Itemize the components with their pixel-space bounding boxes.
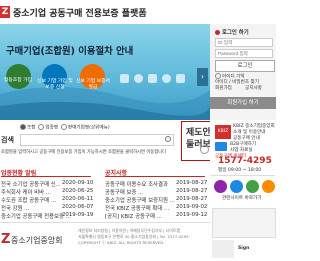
list-item-date: 2020-06-07	[62, 204, 94, 210]
site-logo-icon[interactable]: Z	[0, 6, 10, 18]
site-title[interactable]: 중소기업 공동구매 전용보증 플랫폼	[13, 6, 147, 19]
list-item-date: 2019-08-27	[176, 180, 208, 186]
list-item[interactable]: 전국 강원 ...	[1, 204, 29, 212]
join-button[interactable]: 회원가입 하기	[210, 97, 276, 109]
side-promo[interactable]	[212, 208, 276, 238]
divider	[1, 176, 91, 177]
hours: 평일 09:00 ~ 18:00	[218, 168, 262, 173]
step-join-icon	[6, 64, 31, 89]
search-icon[interactable]	[165, 136, 171, 142]
radio-industry[interactable]	[38, 124, 45, 130]
list-item-date: 2020-06-11	[62, 196, 94, 202]
signup-link[interactable]: 회원가입	[215, 86, 232, 92]
list-item[interactable]: [공지] KBIZ 공동구매 ...	[105, 212, 162, 220]
find-id-link[interactable]: 아이디 / 비밀번호 찾기	[215, 80, 259, 86]
related-site-icon[interactable]	[230, 180, 243, 193]
list-item-date: 2020-09-10	[62, 180, 94, 186]
lock-icon	[215, 30, 220, 35]
step-label-apply: 신보 기업 가입 및 보증 신청	[37, 79, 73, 90]
phone-number: 1577-4295	[218, 156, 272, 166]
search-hint: 조합명을 입력하시고 공동구매 전용보증 가입이 가능하시면 조합원을 클릭하시…	[1, 150, 167, 155]
banner-deco-icon	[148, 74, 157, 83]
banner-background	[0, 86, 210, 120]
related-sites-label: 관련사이트 바로가기	[222, 196, 262, 201]
search-input[interactable]	[20, 134, 174, 146]
radio-seller[interactable]	[60, 124, 67, 130]
id-input[interactable]	[215, 38, 273, 47]
related-site-icon[interactable]	[214, 180, 227, 193]
banner-deco-icon	[134, 74, 143, 83]
list-item-date: 2019-09-19	[62, 212, 94, 218]
radio-label: 업종명	[45, 125, 59, 131]
footer-logo-text[interactable]: 중소기업중앙회	[11, 235, 63, 246]
banner-deco-icon	[120, 74, 129, 83]
kbiz-line[interactable]: 공동구매 안내	[233, 136, 260, 142]
radio-label: 조합	[27, 125, 36, 131]
list-item-date: 2019-08-27	[176, 188, 208, 194]
footer-badge-icon	[212, 240, 234, 258]
list-item-date: 2019-09-02	[176, 204, 208, 210]
notice-link[interactable]: 공지사항	[245, 86, 262, 92]
related-site-icon[interactable]	[262, 180, 275, 193]
list-item[interactable]: 주식회사 케이 비바 ...	[1, 188, 51, 196]
kbiz-line[interactable]: 소개 및 이용안내	[233, 130, 266, 136]
remember-id-checkbox[interactable]: 아이디 기억	[215, 73, 245, 80]
list-item[interactable]: 공동구매 이용수요 조사결과	[105, 180, 168, 188]
search-title: 검색	[1, 136, 14, 144]
sign-text: Sign	[238, 246, 250, 251]
radio-guild[interactable]	[20, 124, 26, 130]
kbiz-badge[interactable]: KBIZ	[215, 125, 231, 139]
banner-title: 구매기업(조합원) 이용절차 안내	[6, 46, 134, 57]
kbiz-line[interactable]: KBIZ 중소기업중앙회	[233, 124, 275, 130]
list-item[interactable]: 전국 KBIZ 공동구매 확대 ...	[105, 204, 169, 212]
header: Z 중소기업 공동구매 전용보증 플랫폼	[0, 0, 276, 24]
b2b-line[interactable]: B2B구매하기	[230, 142, 256, 148]
step-label-join: 협동조합 가입	[3, 78, 32, 83]
b2b-line[interactable]: 사업 자료실	[230, 148, 253, 154]
remember-id-label: 아이디 기억	[222, 74, 245, 80]
list-item-date: 2020-06-25	[62, 188, 94, 194]
banner-deco-icon	[176, 74, 185, 83]
related-site-icon[interactable]	[246, 180, 259, 193]
list-item[interactable]: 공동구매 보증 ...	[105, 188, 143, 196]
banner-pagination[interactable]	[156, 111, 186, 120]
main-banner: 구매기업(조합원) 이용절차 안내 협동조합 가입 신보 기업 가입 및 보증 …	[0, 24, 210, 120]
b2b-icon	[215, 142, 227, 151]
search-options: 조합 업종명 판매기업명(상위메뉴)	[20, 124, 110, 131]
step-label-issue: 신보 기업 보증서 발급	[76, 79, 110, 90]
list-item[interactable]: 수도권 조합 공동구매 ...	[1, 196, 56, 204]
radio-label: 판매기업명(상위메뉴)	[67, 125, 110, 131]
banner-deco-icon	[162, 74, 171, 83]
password-input[interactable]	[215, 49, 273, 58]
footer-line: COPYRIGHT ⓒ KBIZ. ALL RIGHTS RESERVED.	[78, 240, 165, 245]
list-item-date: 2019-09-12	[176, 212, 208, 218]
banner-next-button[interactable]: ›	[197, 68, 208, 86]
list-item[interactable]: 전국 소기업 공동구매 신...	[1, 180, 61, 188]
list-item[interactable]: 중소기업 공동구매 전용보증 ...	[1, 212, 71, 220]
divider	[105, 176, 205, 177]
magnifier-icon	[200, 145, 209, 154]
list-item-date: 2019-08-27	[176, 196, 208, 202]
login-button[interactable]: 로그인	[215, 60, 275, 72]
list-item[interactable]: 중소기업 공동구매 보증지원 ...	[105, 196, 175, 204]
footer-logo-icon[interactable]: Z	[1, 232, 10, 247]
login-title: 로그인 하기	[222, 30, 249, 36]
divider	[211, 175, 275, 176]
